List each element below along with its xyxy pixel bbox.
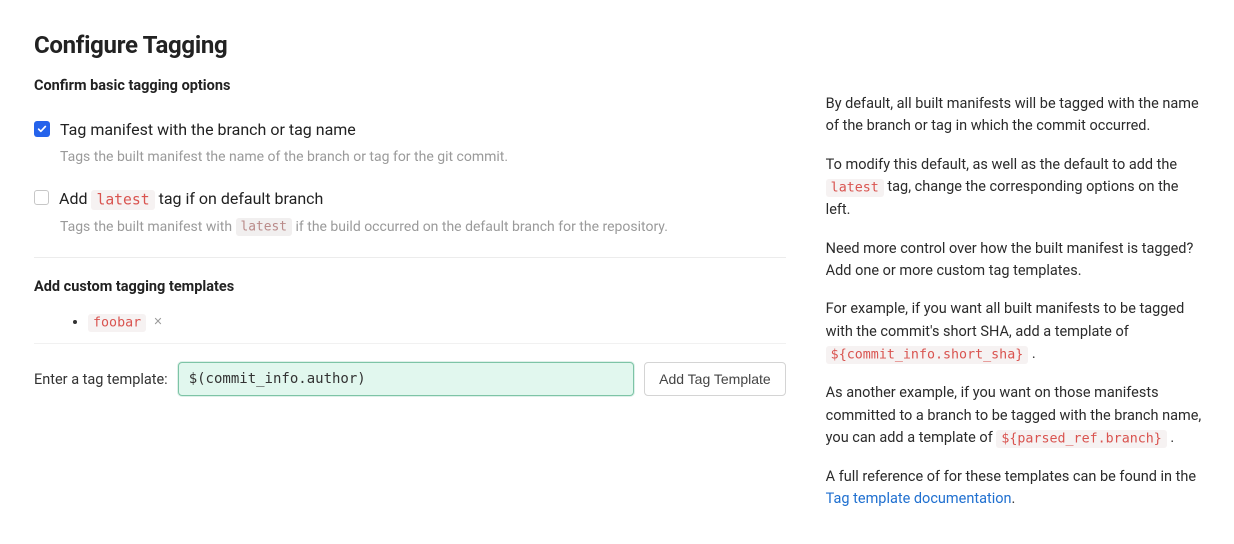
help-text: . xyxy=(1012,490,1016,507)
latest-code-inline: latest xyxy=(91,190,154,210)
short-sha-code-inline: ${commit_info.short_sha} xyxy=(826,346,1029,364)
option-add-latest-desc: Tags the built manifest with latest if t… xyxy=(60,217,786,238)
page-subtitle: Confirm basic tagging options xyxy=(34,75,786,96)
divider xyxy=(34,257,786,258)
tag-template-input-label: Enter a tag template: xyxy=(34,369,168,390)
help-paragraph: To modify this default, as well as the d… xyxy=(826,154,1204,222)
help-text: . xyxy=(1167,429,1174,446)
tag-template-list: foobar × xyxy=(34,311,786,333)
help-paragraph: For example, if you want all built manif… xyxy=(826,298,1204,366)
tag-template-item: foobar xyxy=(88,314,146,332)
parsed-ref-code-inline: ${parsed_ref.branch} xyxy=(996,430,1166,448)
add-tag-template-button[interactable]: Add Tag Template xyxy=(644,362,786,396)
help-paragraph: As another example, if you want on those… xyxy=(826,382,1204,450)
help-text: . xyxy=(1028,345,1035,362)
option-add-latest-label-pre: Add xyxy=(59,189,91,208)
help-text: A full reference of for these templates … xyxy=(826,468,1196,485)
help-paragraph: A full reference of for these templates … xyxy=(826,466,1204,511)
help-paragraph: By default, all built manifests will be … xyxy=(826,93,1204,138)
option-add-latest: Add latest tag if on default branch Tags… xyxy=(34,187,786,237)
tag-template-docs-link[interactable]: Tag template documentation xyxy=(826,490,1012,507)
help-text: To modify this default, as well as the d… xyxy=(826,156,1177,173)
latest-code-inline: latest xyxy=(826,179,884,197)
help-paragraph: Need more control over how the built man… xyxy=(826,238,1204,283)
option-tag-branch-label: Tag manifest with the branch or tag name xyxy=(60,118,356,141)
checkbox-tag-branch[interactable] xyxy=(34,121,50,137)
page-title: Configure Tagging xyxy=(34,28,786,63)
latest-code-inline-desc: latest xyxy=(236,218,293,236)
option-add-latest-label: Add latest tag if on default branch xyxy=(59,187,323,210)
list-item: foobar × xyxy=(88,311,786,333)
divider-thin xyxy=(34,343,786,344)
help-text: For example, if you want all built manif… xyxy=(826,300,1185,339)
checkbox-add-latest[interactable] xyxy=(34,190,49,205)
custom-templates-heading: Add custom tagging templates xyxy=(34,276,786,297)
checkmark-icon xyxy=(37,124,47,134)
remove-tag-button[interactable]: × xyxy=(154,314,162,330)
option-add-latest-desc-pre: Tags the built manifest with xyxy=(60,219,236,235)
option-add-latest-desc-post: if the build occurred on the default bra… xyxy=(292,219,668,235)
option-tag-branch: Tag manifest with the branch or tag name… xyxy=(34,118,786,167)
help-panel: By default, all built manifests will be … xyxy=(826,28,1204,527)
option-add-latest-label-post: tag if on default branch xyxy=(155,189,324,208)
tag-template-input[interactable] xyxy=(178,362,634,396)
option-tag-branch-desc: Tags the built manifest the name of the … xyxy=(60,147,786,167)
